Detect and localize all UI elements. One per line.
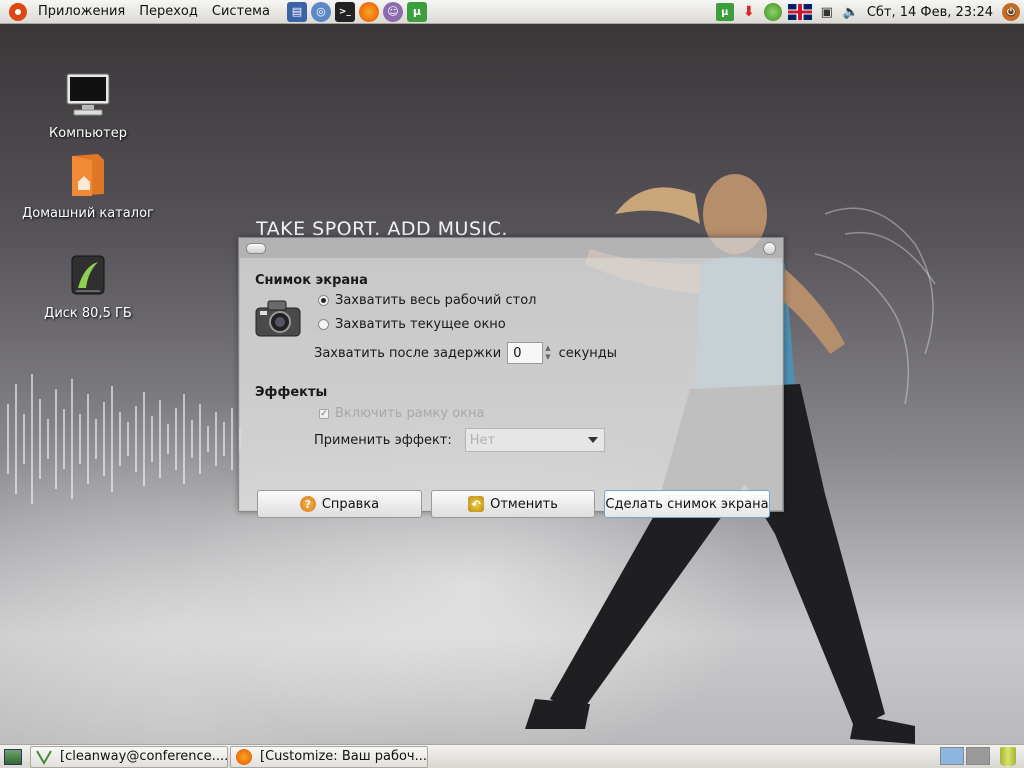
- help-icon: ?: [299, 496, 316, 512]
- volume-icon[interactable]: 🔈: [842, 3, 860, 21]
- option-capture-window[interactable]: Захватить текущее окно: [318, 317, 506, 332]
- desktop-icon-disk[interactable]: Диск 80,5 ГБ: [13, 252, 163, 321]
- section-effects-title: Эффекты: [255, 385, 328, 400]
- display-icon[interactable]: ▣: [818, 3, 836, 21]
- effect-select-value: Нет: [469, 432, 496, 448]
- effect-label: Применить эффект:: [314, 432, 452, 448]
- screenshot-dialog: Снимок экрана Захватить весь рабочий сто…: [238, 237, 784, 518]
- workspace-1[interactable]: [940, 747, 964, 765]
- workspace-2[interactable]: [966, 747, 990, 765]
- taskbar-item-firefox[interactable]: [Customize: Ваш рабоч...: [230, 745, 428, 768]
- taskbar-item-label: [cleanway@conference....: [60, 749, 228, 764]
- chat-client-icon: [36, 749, 52, 765]
- browser-icon[interactable]: ◎: [310, 1, 331, 22]
- torrent-icon[interactable]: µ: [406, 1, 427, 22]
- take-screenshot-button[interactable]: Сделать снимок экрана: [604, 490, 770, 518]
- option-capture-desktop-label: Захватить весь рабочий стол: [335, 293, 537, 308]
- desktop-icon-home[interactable]: Домашний каталог: [13, 152, 163, 221]
- torrent-tray-icon[interactable]: µ: [715, 3, 734, 21]
- effect-row: Применить эффект: Нет: [314, 428, 605, 452]
- help-button[interactable]: ? Справка: [257, 490, 422, 518]
- keyboard-layout-flag-icon[interactable]: [787, 4, 812, 20]
- messenger-icon[interactable]: ☺: [382, 1, 403, 22]
- taskbar-item-conference[interactable]: [cleanway@conference....: [30, 745, 228, 768]
- option-include-border[interactable]: ✓ Включить рамку окна: [319, 406, 485, 421]
- file-manager-icon[interactable]: ▤: [286, 1, 307, 22]
- camera-icon: [255, 300, 301, 337]
- chevron-down-icon: [587, 437, 598, 443]
- terminal-icon[interactable]: >_: [334, 1, 355, 22]
- taskbar-item-label: [Customize: Ваш рабоч...: [260, 749, 428, 764]
- menu-system[interactable]: Система: [205, 0, 277, 24]
- delay-input[interactable]: [507, 342, 544, 364]
- computer-icon: [66, 73, 110, 116]
- cancel-button-label: Отменить: [490, 496, 558, 512]
- option-capture-window-label: Захватить текущее окно: [335, 317, 506, 332]
- delay-unit-label: секунды: [558, 345, 618, 361]
- spin-down-icon[interactable]: ▼: [545, 353, 550, 362]
- desktop-icon-computer[interactable]: Компьютер: [13, 72, 163, 141]
- radio-capture-desktop[interactable]: [318, 295, 329, 306]
- ubuntu-logo-icon[interactable]: [9, 2, 27, 21]
- network-status-icon[interactable]: [763, 3, 782, 21]
- effect-select[interactable]: Нет: [464, 428, 605, 452]
- help-button-label: Справка: [321, 496, 380, 512]
- desktop-icon-label: Компьютер: [49, 126, 127, 141]
- system-tray: µ ⬇ ▣ 🔈 Сбт, 14 Фев, 23:24 ⏻: [713, 0, 1024, 24]
- top-panel: Приложения Переход Система ▤ ◎ >_ ☺ µ µ …: [0, 0, 1024, 24]
- window-menu-button[interactable]: [246, 243, 266, 254]
- dialog-titlebar[interactable]: [239, 238, 783, 258]
- workspace-switcher: [938, 747, 990, 765]
- spin-up-icon[interactable]: ▲: [545, 344, 550, 353]
- delay-label: Захватить после задержки: [314, 345, 502, 361]
- firefox-icon: [236, 748, 252, 765]
- desktop-icon-label: Домашний каталог: [22, 206, 154, 221]
- include-border-checkbox[interactable]: ✓: [319, 408, 329, 419]
- trash-icon[interactable]: [1000, 747, 1016, 766]
- clock[interactable]: Сбт, 14 Фев, 23:24: [867, 5, 993, 20]
- delay-spin-buttons[interactable]: ▲ ▼: [545, 344, 550, 362]
- menu-applications[interactable]: Приложения: [31, 0, 132, 24]
- show-desktop-icon[interactable]: [4, 748, 22, 765]
- power-icon[interactable]: ⏻: [1002, 3, 1020, 21]
- download-arrow-icon[interactable]: ⬇: [740, 3, 758, 21]
- section-screenshot-title: Снимок экрана: [255, 273, 368, 288]
- radio-capture-window[interactable]: [318, 319, 329, 330]
- firefox-icon[interactable]: [358, 1, 379, 22]
- option-capture-desktop[interactable]: Захватить весь рабочий стол: [318, 293, 537, 308]
- window-close-button[interactable]: [763, 242, 776, 255]
- delay-row: Захватить после задержки ▲ ▼ секунды: [314, 342, 617, 364]
- bottom-panel: [cleanway@conference.... [Customize: Ваш…: [0, 744, 1024, 768]
- disk-icon: [71, 255, 105, 295]
- cancel-button[interactable]: ↶ Отменить: [431, 490, 595, 518]
- include-border-label: Включить рамку окна: [335, 406, 485, 421]
- undo-icon: ↶: [468, 496, 485, 512]
- take-screenshot-button-label: Сделать снимок экрана: [605, 496, 769, 512]
- desktop-icon-label: Диск 80,5 ГБ: [44, 306, 132, 321]
- home-folder-icon: [72, 154, 104, 196]
- dialog-body: Снимок экрана Захватить весь рабочий сто…: [240, 258, 782, 518]
- menu-places[interactable]: Переход: [132, 0, 205, 24]
